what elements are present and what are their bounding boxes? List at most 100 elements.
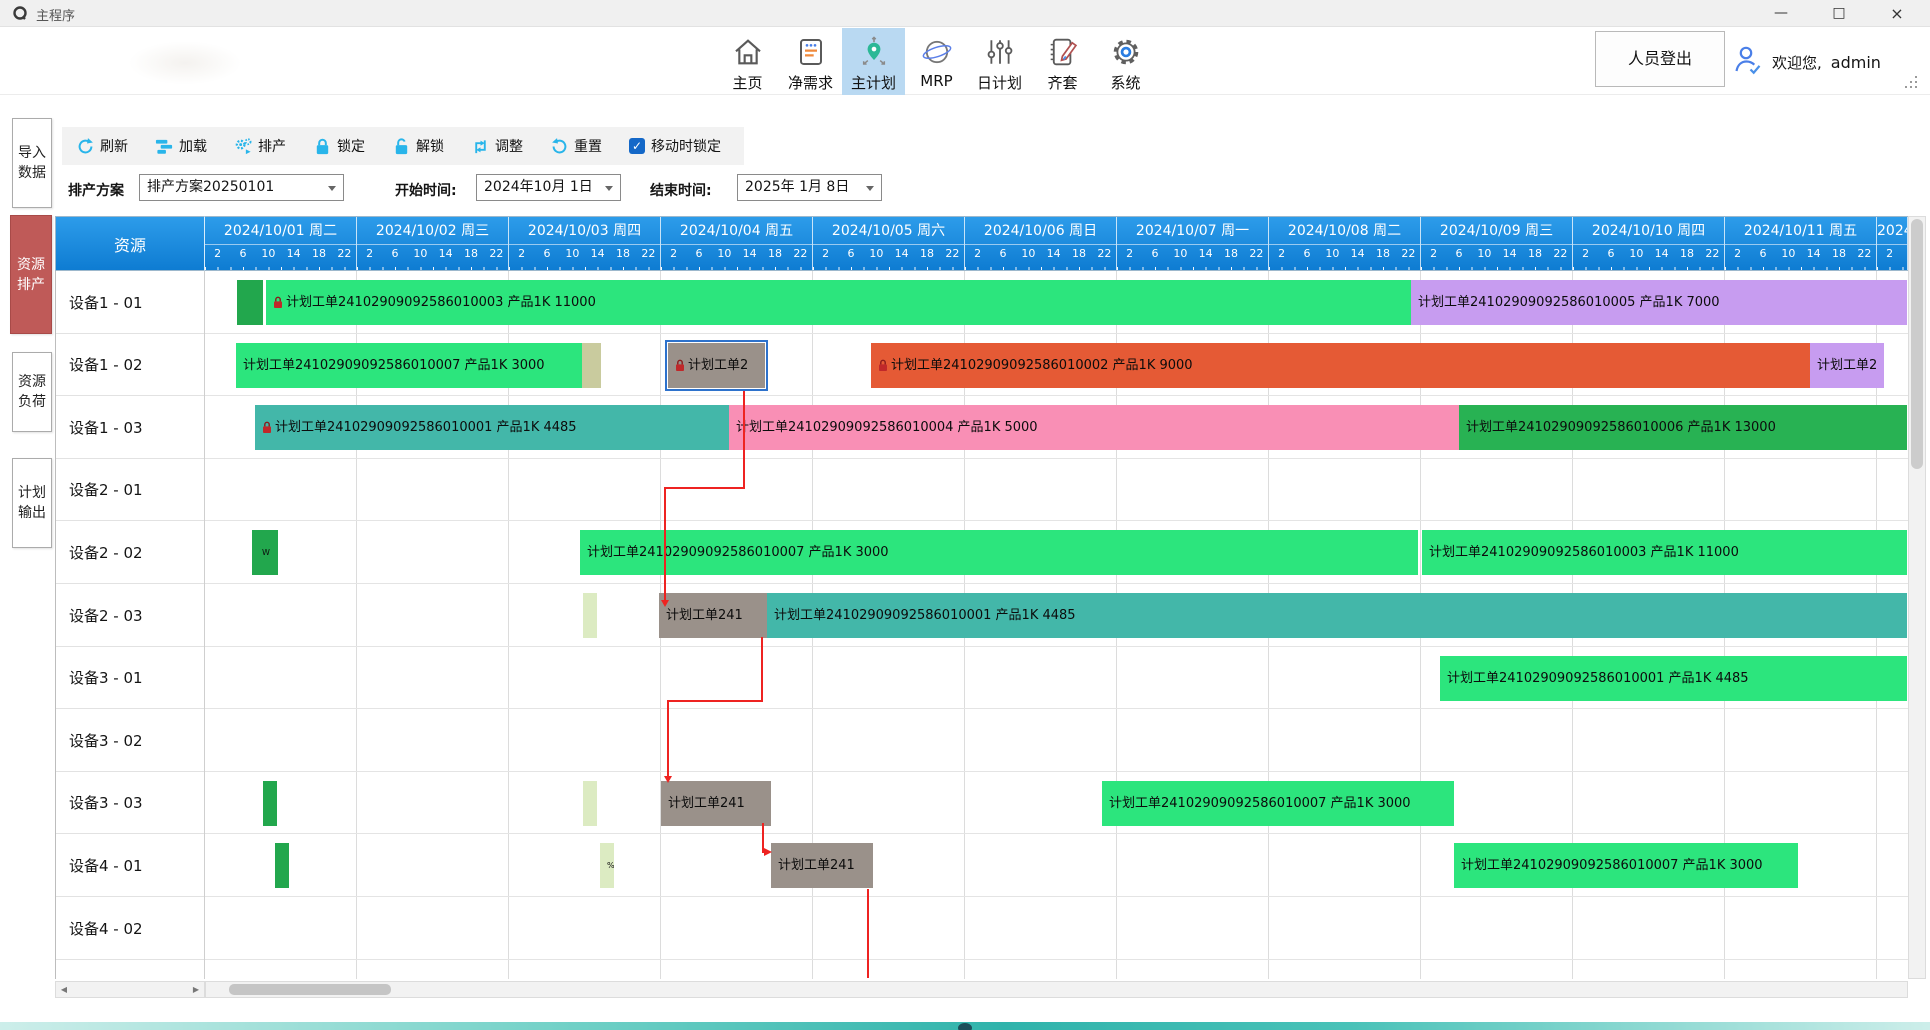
move-lock-checkbox-group[interactable]: ✓移动时锁定 xyxy=(629,136,721,156)
resource-h-scrollbar[interactable]: ◀ ▶ xyxy=(55,981,205,998)
lock-icon xyxy=(273,296,283,309)
gantt-bar-small[interactable] xyxy=(237,280,263,325)
hour-label: 18 xyxy=(920,247,934,260)
gantt-bar-work-order[interactable]: 计划工单24102909092586010003 产品1K 11000 xyxy=(266,280,1411,325)
toolbar-button-label: 重置 xyxy=(574,136,602,156)
nav-item-日计划[interactable]: 日计划 xyxy=(968,28,1031,95)
day-header-2024/10/09: 2024/10/09 周三2610141822 xyxy=(1421,217,1573,271)
system-gear-icon xyxy=(1109,35,1143,69)
sidebar-tab-label: 排产 xyxy=(17,276,45,294)
gantt-bar-work-order[interactable]: 计划工单24102909092586010001 产品1K 4485 xyxy=(767,593,1907,638)
day-header-2024/10/06: 2024/10/06 周日2610141822 xyxy=(965,217,1117,271)
hour-label: 18 xyxy=(464,247,478,260)
hour-label: 2 xyxy=(822,247,829,260)
gantt-bar-small[interactable]: W xyxy=(252,530,278,575)
gantt-bar-work-order[interactable]: 计划工单24102909092586010001 产品1K 4485 xyxy=(255,405,729,450)
nav-item-净需求[interactable]: 净需求 xyxy=(779,28,842,95)
sidebar-tab-资源负荷[interactable]: 资源负荷 xyxy=(12,352,52,432)
lock-icon xyxy=(313,137,332,156)
sidebar-tab-资源排产[interactable]: 资源排产 xyxy=(10,215,52,334)
scroll-right-icon[interactable]: ▶ xyxy=(188,982,204,997)
nav-item-主页[interactable]: 主页 xyxy=(716,28,779,95)
gantt-bar-work-order[interactable]: 计划工单24102909092586010007 产品1K 3000 xyxy=(236,343,582,388)
gantt-bar-work-order[interactable]: 计划工单241 xyxy=(659,593,767,638)
nav-item-齐套[interactable]: 齐套 xyxy=(1031,28,1094,95)
sidebar-tab-计划输出[interactable]: 计划输出 xyxy=(12,458,52,548)
gantt-bar-small[interactable] xyxy=(275,843,289,888)
bar-label: 计划工单24102909092586010002 产品1K 9000 xyxy=(891,343,1193,388)
bar-label: 计划工单24102909092586010004 产品1K 5000 xyxy=(736,405,1038,450)
minimize-button[interactable]: — xyxy=(1760,0,1802,27)
gantt-bar-small[interactable] xyxy=(583,593,597,638)
gantt-bar-work-order[interactable]: 计划工单241 xyxy=(771,843,873,888)
chart-h-scrollbar[interactable] xyxy=(205,981,1908,998)
hour-label: 22 xyxy=(945,247,959,260)
toolbar-button-label: 锁定 xyxy=(337,136,365,156)
hour-label: 6 xyxy=(240,247,247,260)
vertical-scrollbar[interactable] xyxy=(1908,216,1926,979)
gantt-bar-small[interactable] xyxy=(263,781,277,826)
plan-select[interactable]: 排产方案20250101 xyxy=(139,174,344,201)
resource-row-label: 设备2 - 03 xyxy=(56,584,205,647)
hour-label: 10 xyxy=(1173,247,1187,260)
toolbar-button-label: 排产 xyxy=(258,136,286,156)
gantt-bar-small[interactable]: % xyxy=(600,843,614,888)
hour-label: 6 xyxy=(544,247,551,260)
toolbar-button-重置[interactable]: 重置 xyxy=(550,136,602,156)
gantt-bar-small[interactable] xyxy=(582,343,601,388)
gantt-bar-work-order[interactable]: 计划工单2 xyxy=(1810,343,1884,388)
close-button[interactable]: × xyxy=(1876,0,1918,27)
gantt-body: 计划工单24102909092586010003 产品1K 11000计划工单2… xyxy=(205,271,1908,979)
hour-label: 6 xyxy=(696,247,703,260)
date-label: 2024/10/09 周三 xyxy=(1421,217,1572,245)
nav-item-MRP[interactable]: MRP xyxy=(905,28,968,95)
sidebar-tab-导入数据[interactable]: 导入数据 xyxy=(12,118,52,208)
app-icon xyxy=(12,5,28,21)
bar-label: 计划工单24102909092586010006 产品1K 13000 xyxy=(1466,405,1776,450)
hour-label: 6 xyxy=(848,247,855,260)
gantt-bar-work-order[interactable]: 计划工单24102909092586010007 产品1K 3000 xyxy=(1102,781,1454,826)
bar-glyph: W xyxy=(259,530,278,575)
gantt-bar-work-order[interactable]: 计划工单24102909092586010007 产品1K 3000 xyxy=(580,530,1418,575)
gantt-bar-work-order[interactable]: 计划工单24102909092586010002 产品1K 9000 xyxy=(871,343,1810,388)
date-label: 2024/10/01 周二 xyxy=(205,217,356,245)
toolbar-button-排产[interactable]: 排产 xyxy=(234,136,286,156)
bar-label: 计划工单24102909092586010007 产品1K 3000 xyxy=(243,343,545,388)
hour-label: 10 xyxy=(1781,247,1795,260)
bar-label: 计划工单241 xyxy=(778,843,855,888)
toolbar-button-解锁[interactable]: 解锁 xyxy=(392,136,444,156)
toolbar-button-锁定[interactable]: 锁定 xyxy=(313,136,365,156)
gantt-bar-small[interactable] xyxy=(583,781,597,826)
sidebar-tab-label: 数据 xyxy=(18,164,46,182)
toolbar-button-加载[interactable]: 加载 xyxy=(155,136,207,156)
scroll-left-icon[interactable]: ◀ xyxy=(56,982,72,997)
hour-label: 22 xyxy=(1553,247,1567,260)
gantt-bar-work-order[interactable]: 计划工单24102909092586010001 产品1K 4485 xyxy=(1440,656,1907,701)
bar-label: 计划工单24102909092586010001 产品1K 4485 xyxy=(275,405,577,450)
chart-h-scrollbar-thumb[interactable] xyxy=(229,984,391,995)
bar-label: 计划工单241 xyxy=(668,781,745,826)
toolbar-button-调整[interactable]: 调整 xyxy=(471,136,523,156)
end-date-select[interactable]: 2025年 1月 8日 xyxy=(737,174,882,201)
hour-label: 6 xyxy=(1760,247,1767,260)
gantt-bar-work-order[interactable]: 计划工单24102909092586010003 产品1K 11000 xyxy=(1422,530,1907,575)
sidebar-tab-label: 计划 xyxy=(18,484,46,502)
logout-button[interactable]: 人员登出 xyxy=(1595,31,1725,87)
lock-icon xyxy=(262,421,272,434)
taskbar-circle xyxy=(958,1023,972,1030)
start-date-select[interactable]: 2024年10月 1日 xyxy=(476,174,621,201)
gantt-bar-selected[interactable]: 计划工单2 xyxy=(668,343,765,388)
vertical-scrollbar-thumb[interactable] xyxy=(1911,219,1923,469)
toolbar-button-刷新[interactable]: 刷新 xyxy=(76,136,128,156)
nav-item-系统[interactable]: 系统 xyxy=(1094,28,1157,95)
gantt-bar-work-order[interactable]: 计划工单24102909092586010005 产品1K 7000 xyxy=(1411,280,1907,325)
gantt-bar-work-order[interactable]: 计划工单24102909092586010007 产品1K 3000 xyxy=(1454,843,1798,888)
nav-item-主计划[interactable]: 主计划 xyxy=(842,28,905,95)
gantt-bar-work-order[interactable]: 计划工单24102909092586010006 产品1K 13000 xyxy=(1459,405,1907,450)
nav-item-label: MRP xyxy=(920,72,952,90)
gantt-bar-work-order[interactable]: 计划工单24102909092586010004 产品1K 5000 xyxy=(729,405,1459,450)
hour-label: 18 xyxy=(616,247,630,260)
maximize-button[interactable]: □ xyxy=(1818,0,1860,27)
checkbox-checked-icon[interactable]: ✓ xyxy=(629,138,645,154)
gantt-bar-work-order[interactable]: 计划工单241 xyxy=(661,781,771,826)
